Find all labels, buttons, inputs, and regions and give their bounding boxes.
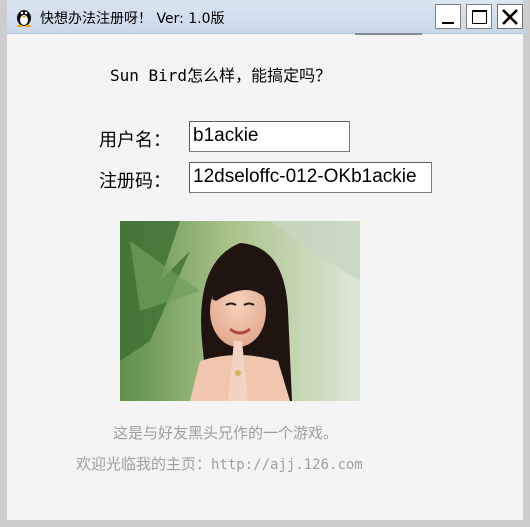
close-icon	[502, 9, 518, 25]
username-input[interactable]: b1ackie	[189, 121, 350, 152]
penguin-app-icon[interactable]	[13, 7, 35, 28]
homepage-prefix: 欢迎光临我的主页：	[76, 455, 212, 473]
username-label: 用户名：	[99, 130, 171, 151]
homepage-link[interactable]: http://ajj.126.com	[211, 457, 363, 473]
close-button[interactable]	[497, 4, 523, 29]
regcode-input[interactable]: 12dseloffc-012-OKb1ackie	[189, 162, 432, 193]
footer-homepage: 欢迎光临我的主页：http://ajj.126.com	[76, 453, 363, 474]
footer-description: 这是与好友黑头兄作的一个游戏。	[113, 424, 339, 442]
maximize-button[interactable]	[466, 4, 492, 29]
regcode-label: 注册码：	[99, 171, 171, 192]
question-text: Sun Bird怎么样，能搞定吗？	[110, 66, 332, 85]
decorative-underline	[355, 33, 422, 35]
title-bar[interactable]: 快想办法注册呀！ Ver: 1.0版	[7, 0, 523, 34]
portrait-photo	[120, 221, 360, 401]
main-window: 快想办法注册呀！ Ver: 1.0版 Sun Bird怎么样，能搞定吗？ 用户名…	[0, 0, 530, 527]
window-title: 快想办法注册呀！ Ver: 1.0版	[40, 11, 225, 27]
minimize-button[interactable]	[435, 4, 461, 29]
